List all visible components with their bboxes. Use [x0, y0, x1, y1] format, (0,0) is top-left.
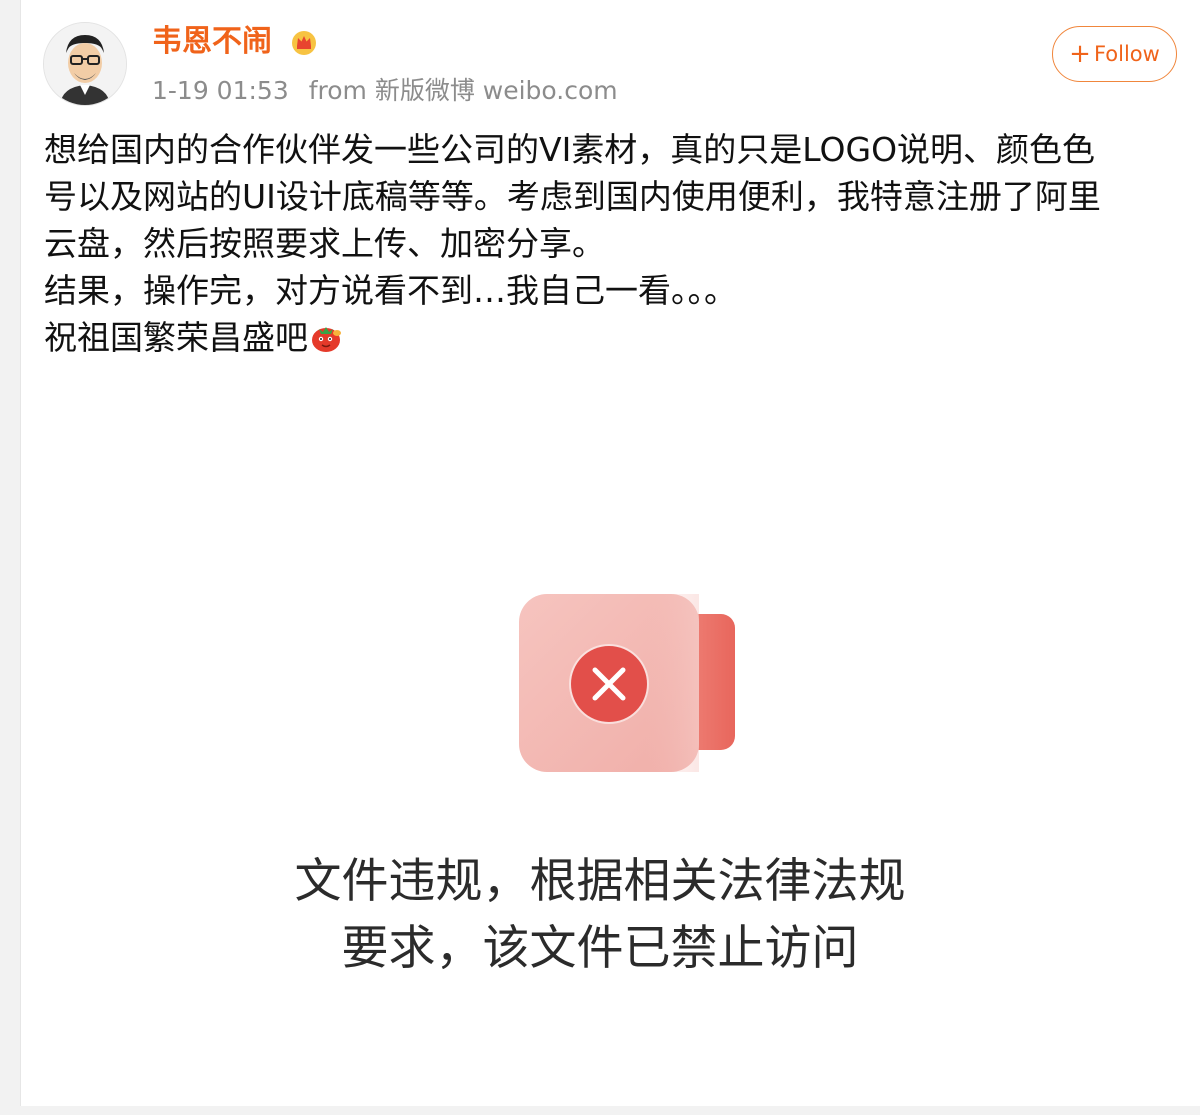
- crown-icon: [292, 31, 316, 55]
- post-source: from 新版微博 weibo.com: [308, 76, 618, 105]
- bottom-frame: [0, 1106, 1200, 1115]
- follow-label: Follow: [1093, 42, 1160, 66]
- author-name[interactable]: 韦恩不闹: [152, 22, 272, 62]
- tomato-emoji-icon: [312, 327, 341, 352]
- post-line-4: 结果，操作完，对方说看不到…我自己一看。。。: [44, 271, 737, 310]
- post-line-1: 想给国内的合作伙伴发一些公司的VI素材，真的只是LOGO说明、颜色色: [44, 130, 1096, 169]
- post-line-3: 云盘，然后按照要求上传、加密分享。: [44, 224, 605, 263]
- post-line-5: 祝祖国繁荣昌盛吧: [44, 314, 1184, 361]
- post-time[interactable]: 1-19 01:53: [152, 76, 289, 105]
- avatar[interactable]: [43, 22, 127, 106]
- plus-icon: +: [1069, 39, 1091, 69]
- post-meta: 1-19 01:53 from 新版微博 weibo.com: [152, 74, 630, 108]
- file-blocked-icon: [519, 594, 735, 772]
- avatar-illustration: [44, 23, 126, 105]
- post-line-5-text: 祝祖国繁荣昌盛吧: [44, 318, 308, 357]
- post-line-2: 号以及网站的UI设计底稿等等。考虑到国内使用便利，我特意注册了阿里: [44, 177, 1101, 216]
- post-text: 想给国内的合作伙伴发一些公司的VI素材，真的只是LOGO说明、颜色色 号以及网站…: [44, 126, 1184, 361]
- blocked-notice: 文件违规，根据相关法律法规 要求，该文件已禁止访问: [0, 848, 1200, 982]
- follow-button[interactable]: + Follow: [1052, 26, 1177, 82]
- notice-line-1: 文件违规，根据相关法律法规: [294, 854, 906, 909]
- notice-line-2: 要求，该文件已禁止访问: [341, 921, 859, 976]
